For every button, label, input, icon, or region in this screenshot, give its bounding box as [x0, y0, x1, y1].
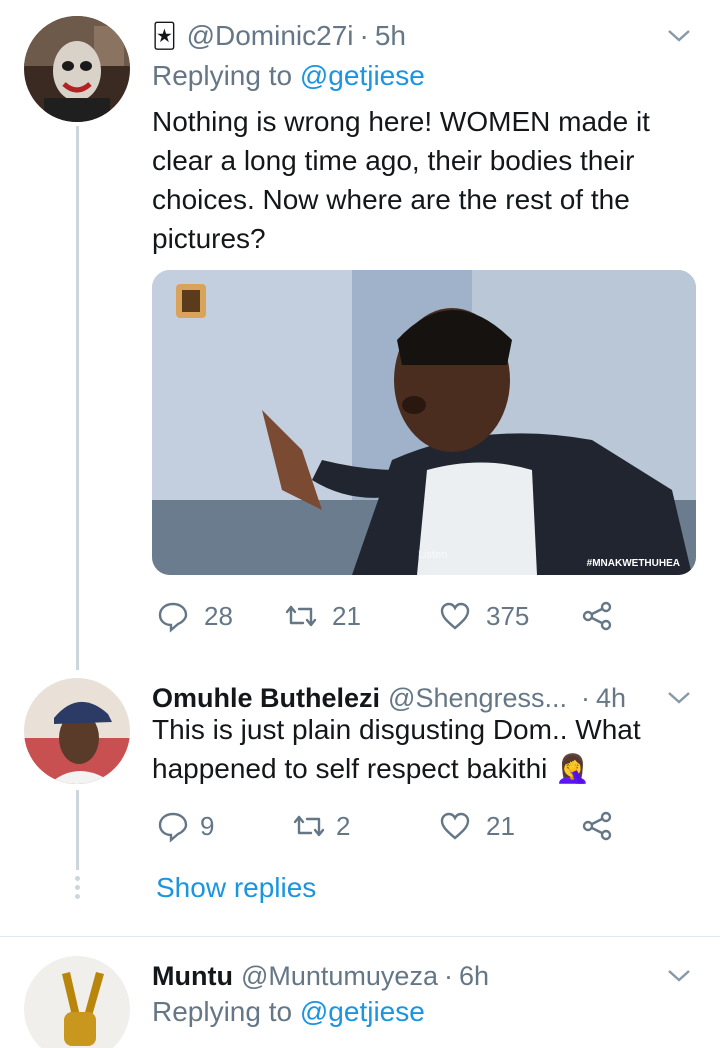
retweet-count: 21 [332, 600, 361, 631]
like-count: 375 [486, 600, 530, 631]
share-button[interactable] [580, 806, 614, 846]
replying-to-mention[interactable]: @getjiese [300, 60, 425, 91]
replying-to: Replying to @getjiese [152, 60, 425, 92]
author-name[interactable]: Omuhle Buthelezi [152, 683, 380, 714]
replying-to-prefix: Replying to [152, 60, 293, 91]
author-handle[interactable]: @Dominic27i [187, 20, 354, 52]
like-button[interactable]: 375 [438, 596, 529, 636]
tv-scene-image [152, 270, 696, 575]
thread-continuation-dots [75, 876, 81, 903]
avatar-dominic[interactable] [24, 16, 130, 122]
tweet-header: 🃏 @Dominic27i · 5h [152, 16, 406, 56]
separator-dot: · [581, 682, 591, 713]
retweet-icon [285, 605, 317, 627]
chevron-down-icon[interactable] [664, 960, 694, 990]
replying-to-prefix: Replying to [152, 996, 293, 1027]
chevron-down-icon[interactable] [664, 20, 694, 50]
show-replies-link[interactable]: Show replies [156, 872, 316, 904]
retweet-button[interactable]: 21 [284, 596, 361, 636]
reply-button[interactable]: 9 [156, 806, 214, 846]
tweet-text-line: happened to self respect bakithi [152, 753, 548, 784]
tweet-header: Muntu @Muntumuyeza · 6h [152, 956, 489, 996]
tweet-divider [0, 936, 720, 937]
author-handle[interactable]: @Muntumuyeza [241, 961, 438, 992]
tweet-text-line: choices. Now where are the rest of the [152, 184, 630, 215]
author-name[interactable]: Muntu [152, 961, 233, 992]
thread-line [76, 790, 79, 870]
replying-to: Replying to @getjiese [152, 996, 425, 1028]
reply-icon [158, 812, 188, 843]
share-icon [582, 601, 612, 631]
author-handle[interactable]: @Shengress... [388, 683, 567, 714]
tweet-text: Nothing is wrong here! WOMEN made it cle… [152, 102, 692, 258]
timestamp[interactable]: 4h [596, 683, 626, 714]
timestamp[interactable]: 6h [459, 961, 489, 992]
heart-icon [440, 602, 470, 630]
separator-dot: · [443, 960, 453, 991]
tweet-text-line: Nothing is wrong here! WOMEN made it [152, 106, 650, 137]
thread-dot [75, 876, 80, 881]
like-count: 21 [486, 810, 515, 841]
thread-dot [75, 894, 80, 899]
avatar-muntu-image [24, 956, 130, 1048]
reply-icon [158, 602, 188, 633]
thread-line [76, 126, 79, 670]
avatar-omuhle-image [24, 678, 130, 784]
tweet-text-line: pictures? [152, 223, 266, 254]
chevron-down-icon[interactable] [664, 682, 694, 712]
thread-dot [75, 885, 80, 890]
avatar-muntu[interactable] [24, 956, 130, 1048]
tweet-actions: 9 2 21 [152, 806, 712, 846]
jester-emoji-icon: 🃏 [152, 22, 177, 50]
media-watermark-right: #MNAKWETHUHEA [586, 558, 680, 569]
tweet-media-image[interactable]: Listen #MNAKWETHUHEA [152, 270, 696, 575]
avatar-dominic-image [24, 16, 130, 122]
tweet-muntu[interactable]: Muntu @Muntumuyeza · 6h Replying to @get… [0, 956, 720, 1048]
like-button[interactable]: 21 [438, 806, 515, 846]
heart-icon [440, 812, 470, 840]
retweet-count: 2 [336, 810, 351, 841]
reply-count: 28 [204, 600, 233, 631]
replying-to-mention[interactable]: @getjiese [300, 996, 425, 1027]
avatar-omuhle[interactable] [24, 678, 130, 784]
retweet-icon [293, 815, 325, 837]
tweet-text-line: clear a long time ago, their bodies thei… [152, 145, 635, 176]
tweet-text-line: This is just plain disgusting Dom.. What [152, 714, 641, 745]
retweet-button[interactable]: 2 [292, 806, 350, 846]
tweet-text-line-2: happened to self respect bakithi 🤦‍♀️ [152, 749, 692, 788]
reply-count: 9 [200, 810, 215, 841]
tweet-dominic[interactable]: 🃏 @Dominic27i · 5h Replying to @getjiese… [0, 16, 720, 670]
reply-button[interactable]: 28 [156, 596, 233, 636]
media-watermark-left: Listen [418, 549, 448, 561]
separator-dot: · [359, 20, 369, 51]
tweet-actions: 28 21 375 [152, 596, 712, 636]
timestamp[interactable]: 5h [375, 20, 406, 52]
tv-logo-icon [176, 284, 206, 318]
share-button[interactable] [580, 596, 614, 636]
tweet-omuhle[interactable]: Omuhle Buthelezi @Shengress... · 4h This… [0, 678, 720, 918]
facepalm-emoji-icon: 🤦‍♀️ [555, 753, 591, 784]
share-icon [582, 811, 612, 841]
tweet-text: This is just plain disgusting Dom.. What… [152, 710, 692, 788]
